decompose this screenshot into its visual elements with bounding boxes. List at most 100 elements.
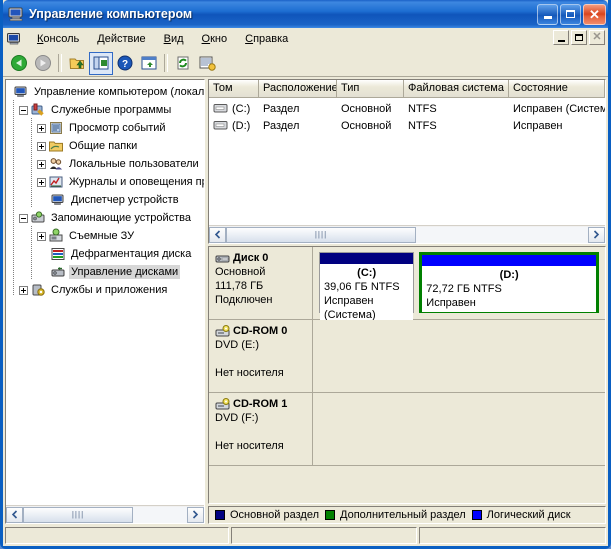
refresh-button[interactable] [171, 52, 195, 75]
column-header-layout[interactable]: Расположение [259, 80, 337, 97]
mdi-minimize-icon [557, 39, 565, 42]
table-row[interactable]: (C:) Раздел Основной NTFS Исправен (Сист… [209, 100, 605, 117]
disk-status: Нет носителя [215, 440, 284, 452]
tree-item-root[interactable]: Управление компьютером (локальн [9, 83, 204, 101]
console-tree[interactable]: Управление компьютером (локальн Служебны… [6, 80, 204, 505]
scroll-thumb[interactable]: |||| [226, 226, 416, 243]
tree-connector [13, 100, 14, 296]
disk-name-text: CD-ROM 1 [233, 398, 288, 410]
mdi-restore-icon [575, 34, 583, 41]
scroll-right-button[interactable] [187, 506, 204, 523]
computer-icon [13, 84, 29, 100]
scroll-left-button[interactable] [6, 506, 23, 523]
forward-button[interactable] [31, 52, 55, 75]
table-row[interactable]: (D:) Раздел Основной NTFS Исправен [209, 117, 605, 134]
up-one-level-button[interactable] [65, 52, 89, 75]
title-bar: Управление компьютером ✕ [3, 0, 608, 28]
mdi-close-button[interactable]: ✕ [589, 30, 605, 45]
partition-c[interactable]: (C:) 39,06 ГБ NTFS Исправен (Система) [319, 252, 415, 324]
column-header-status[interactable]: Состояние [509, 80, 605, 97]
help-button[interactable]: ? [113, 52, 137, 75]
scroll-thumb[interactable]: |||| [23, 506, 133, 523]
expander-plus-icon[interactable] [37, 141, 46, 151]
scroll-left-button[interactable] [209, 226, 226, 243]
scroll-track[interactable]: |||| [226, 226, 588, 243]
volume-list[interactable]: Том Расположение Тип Файловая система Со… [209, 80, 605, 225]
volume-list-header: Том Расположение Тип Файловая система Со… [209, 80, 605, 98]
status-cell-2 [230, 526, 418, 544]
tree-item-perf-logs[interactable]: Журналы и оповещения пр [9, 173, 204, 191]
tree-item-services[interactable]: Службы и приложения [9, 281, 204, 299]
legend-swatch-extended [325, 510, 335, 520]
expander-plus-icon[interactable] [37, 177, 46, 187]
tree-item-removable-storage[interactable]: Съемные ЗУ [9, 227, 204, 245]
tree-item-label: Локальные пользователи [69, 158, 199, 170]
show-hide-tree-button[interactable] [89, 51, 113, 75]
cell-status: Исправен [513, 119, 563, 132]
legend-item-extended: Дополнительный раздел [325, 509, 466, 521]
partition-color-bar [320, 253, 414, 264]
disk-row-cdrom1[interactable]: CD-ROM 1 DVD (F:) Нет носителя [209, 393, 605, 466]
tree-item-event-viewer[interactable]: Просмотр событий [9, 119, 204, 137]
legend-item-primary: Основной раздел [215, 509, 319, 521]
cell-filesystem: NTFS [408, 102, 437, 115]
tree-item-label: Запоминающие устройства [51, 212, 192, 224]
scroll-track[interactable]: |||| [23, 506, 187, 523]
cell-text: (D:) [232, 119, 251, 132]
device-manager-icon [50, 192, 66, 208]
column-header-volume[interactable]: Том [209, 80, 259, 97]
minimize-button[interactable] [537, 3, 558, 25]
menu-konsol[interactable]: Консоль [28, 31, 88, 47]
mdi-minimize-button[interactable] [553, 30, 569, 45]
partition-size-fs: 72,72 ГБ NTFS [426, 283, 502, 295]
toolbar-separator [58, 54, 62, 72]
cell-text: (C:) [232, 102, 251, 115]
tree-item-utilities[interactable]: Служебные программы [9, 101, 204, 119]
volume-list-horizontal-scrollbar[interactable]: |||| [209, 225, 605, 243]
disk-row-cdrom0[interactable]: CD-ROM 0 DVD (E:) Нет носителя [209, 320, 605, 393]
expander-minus-icon[interactable] [19, 105, 28, 115]
mdi-close-icon: ✕ [592, 31, 602, 43]
tree-item-disk-management[interactable]: Управление дисками [9, 263, 204, 281]
partition-d[interactable]: (D:) 72,72 ГБ NTFS Исправен [419, 252, 599, 313]
properties-button[interactable] [137, 52, 161, 75]
scroll-right-button[interactable] [588, 226, 605, 243]
tree-item-shared-folders[interactable]: Общие папки [9, 137, 204, 155]
menu-vid[interactable]: Вид [155, 31, 193, 47]
defrag-icon [50, 246, 66, 262]
export-list-icon [199, 56, 216, 71]
expander-plus-icon[interactable] [37, 159, 46, 169]
menu-deystvie[interactable]: Действие [88, 31, 154, 47]
volume-icon [213, 119, 229, 132]
expander-plus-icon[interactable] [37, 123, 46, 133]
tree-item-device-manager[interactable]: Диспетчер устройств [9, 191, 204, 209]
disk-name: CD-ROM 0 [215, 324, 307, 338]
column-header-filesystem[interactable]: Файловая система [404, 80, 509, 97]
close-button[interactable]: ✕ [583, 3, 606, 25]
tree-item-local-users[interactable]: Локальные пользователи [9, 155, 204, 173]
disk-info-disk0[interactable]: Диск 0 Основной 111,78 ГБ Подключен [209, 247, 313, 319]
back-button[interactable] [7, 52, 31, 75]
menu-okno[interactable]: Окно [193, 31, 237, 47]
disk-info-cdrom1[interactable]: CD-ROM 1 DVD (F:) Нет носителя [209, 393, 313, 465]
disk-row-disk0[interactable]: Диск 0 Основной 111,78 ГБ Подключен (C:)… [209, 247, 605, 324]
disk-info-cdrom0[interactable]: CD-ROM 0 DVD (E:) Нет носителя [209, 320, 313, 392]
tree-item-storage[interactable]: Запоминающие устройства [9, 209, 204, 227]
expander-minus-icon[interactable] [19, 213, 28, 223]
expander-plus-icon[interactable] [19, 285, 28, 295]
tree-item-label: Служебные программы [51, 104, 172, 116]
tree-item-defrag[interactable]: Дефрагментация диска [9, 245, 204, 263]
mdi-restore-button[interactable] [571, 30, 587, 45]
cell-layout: Раздел [263, 119, 300, 132]
status-cell-3 [419, 526, 606, 544]
maximize-button[interactable] [560, 3, 581, 25]
menu-spravka[interactable]: Справка [236, 31, 297, 47]
column-header-type[interactable]: Тип [337, 80, 404, 97]
disk-media-type: DVD (E:) [215, 339, 259, 351]
export-list-button[interactable] [195, 52, 219, 75]
partition-status: Исправен (Система) [324, 295, 376, 321]
tree-horizontal-scrollbar[interactable]: |||| [6, 505, 204, 523]
legend-swatch-primary [215, 510, 225, 520]
expander-plus-icon[interactable] [37, 231, 46, 241]
disk-name: Диск 0 [215, 251, 307, 265]
